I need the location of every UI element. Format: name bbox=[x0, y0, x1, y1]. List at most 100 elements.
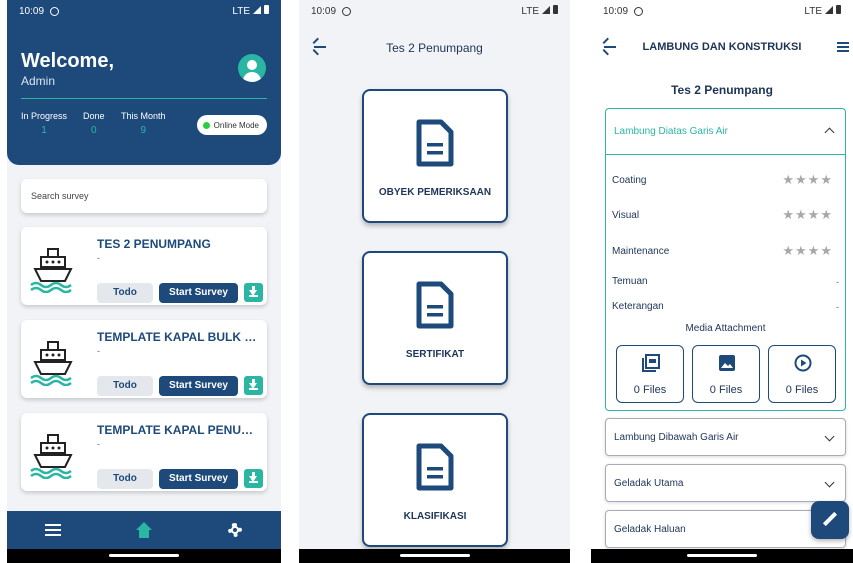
category-card-obyek[interactable]: OBYEK PEMERIKSAAN bbox=[362, 89, 508, 223]
star-rating[interactable]: ★★★★ bbox=[782, 243, 833, 259]
media-image-button[interactable]: 0 Files bbox=[692, 345, 760, 403]
category-label: KLASIFIKASI bbox=[403, 511, 467, 522]
start-survey-button[interactable]: Start Survey bbox=[159, 376, 238, 396]
note-label: Keterangan bbox=[612, 301, 664, 312]
category-card-klasifikasi[interactable]: KLASIFIKASI bbox=[362, 413, 508, 547]
battery-icon bbox=[553, 5, 558, 14]
online-dot-icon bbox=[202, 121, 210, 129]
online-mode-toggle[interactable]: Online Mode bbox=[196, 115, 267, 135]
survey-subtitle: - bbox=[97, 346, 100, 356]
survey-card[interactable]: TEMPLATE KAPAL BULK C... - Todo Start Su… bbox=[21, 320, 267, 398]
status-bar: 10:09 LTE bbox=[7, 0, 281, 22]
system-nav-bar bbox=[299, 549, 570, 563]
status-time: 10:09 bbox=[19, 5, 45, 17]
dashboard-header: 10:09 LTE Welcome, Admin In Progress 1 Do… bbox=[7, 0, 281, 165]
home-gesture-pill[interactable] bbox=[399, 554, 470, 557]
download-icon[interactable] bbox=[244, 283, 263, 302]
image-icon bbox=[719, 355, 735, 371]
todo-badge: Todo bbox=[97, 469, 153, 489]
category-label: OBYEK PEMERIKSAAN bbox=[378, 187, 492, 198]
avatar-head bbox=[247, 60, 257, 70]
chevron-up-icon bbox=[824, 127, 835, 138]
sync-icon bbox=[50, 6, 60, 16]
media-attachment-title: Media Attachment bbox=[685, 323, 766, 334]
pencil-icon bbox=[822, 511, 838, 527]
inspection-screen: 10:09 LTE LAMBUNG DAN KONSTRUKSI Tes 2 P… bbox=[591, 0, 853, 563]
battery-icon bbox=[264, 5, 269, 14]
start-survey-button[interactable]: Start Survey bbox=[159, 469, 238, 489]
media-count: 0 Files bbox=[633, 384, 667, 396]
gear-icon[interactable] bbox=[225, 520, 245, 540]
media-count: 0 Files bbox=[785, 384, 819, 396]
status-bar: 10:09 LTE bbox=[591, 0, 853, 22]
rating-label: Coating bbox=[612, 175, 647, 186]
page-subtitle: Tes 2 Penumpang bbox=[671, 83, 773, 97]
star-rating[interactable]: ★★★★ bbox=[782, 172, 833, 188]
network-label: LTE bbox=[804, 6, 822, 17]
survey-title: TEMPLATE KAPAL BULK C... bbox=[97, 330, 262, 344]
todo-badge: Todo bbox=[97, 283, 153, 303]
stat-in-progress: In Progress 1 bbox=[21, 111, 67, 136]
chevron-down-icon bbox=[824, 431, 835, 442]
signal-icon bbox=[825, 6, 833, 14]
accordion-lambung-diatas: Lambung Diatas Garis Air Coating ★★★★ Vi… bbox=[605, 108, 846, 411]
note-value[interactable]: - bbox=[836, 277, 839, 287]
chevron-down-icon bbox=[824, 477, 835, 488]
network-label: LTE bbox=[521, 6, 539, 17]
play-icon bbox=[794, 354, 812, 372]
sync-icon bbox=[342, 6, 352, 16]
accordion-geladak-utama[interactable]: Geladak Utama bbox=[605, 464, 846, 502]
home-gesture-pill[interactable] bbox=[109, 554, 179, 557]
accordion-geladak-haluan[interactable]: Geladak Haluan bbox=[605, 510, 846, 548]
menu-icon[interactable] bbox=[837, 42, 849, 52]
survey-subtitle: - bbox=[97, 439, 100, 449]
search-placeholder: Search survey bbox=[31, 191, 89, 201]
stat-this-month: This Month 9 bbox=[121, 111, 166, 136]
survey-subtitle: - bbox=[97, 253, 100, 263]
page-title: LAMBUNG DAN KONSTRUKSI bbox=[642, 41, 802, 53]
survey-title: TEMPLATE KAPAL PENUMP... bbox=[97, 423, 262, 437]
survey-card[interactable]: TEMPLATE KAPAL PENUMP... - Todo Start Su… bbox=[21, 413, 267, 491]
status-time: 10:09 bbox=[603, 5, 629, 17]
download-icon[interactable] bbox=[244, 376, 263, 395]
network-label: LTE bbox=[232, 6, 250, 17]
online-mode-label: Online Mode bbox=[213, 120, 259, 130]
start-survey-button[interactable]: Start Survey bbox=[159, 283, 238, 303]
categories-screen: 10:09 LTE Tes 2 Penumpang OBYEK PEMERIKS… bbox=[299, 0, 570, 563]
document-icon bbox=[416, 443, 454, 491]
home-gesture-pill[interactable] bbox=[687, 554, 757, 557]
stat-label: Done bbox=[83, 111, 105, 121]
accordion-title: Geladak Haluan bbox=[614, 524, 686, 535]
download-icon[interactable] bbox=[244, 469, 263, 488]
document-icon bbox=[416, 281, 454, 329]
rating-label: Visual bbox=[612, 210, 640, 221]
avatar-body bbox=[243, 72, 261, 82]
status-time: 10:09 bbox=[311, 5, 337, 17]
accordion-header[interactable]: Lambung Diatas Garis Air bbox=[606, 109, 845, 155]
category-card-sertifikat[interactable]: SERTIFIKAT bbox=[362, 251, 508, 385]
signal-icon bbox=[542, 6, 550, 14]
signal-icon bbox=[253, 6, 261, 14]
accordion-lambung-dibawah[interactable]: Lambung Dibawah Garis Air bbox=[605, 418, 846, 456]
survey-card[interactable]: TES 2 PENUMPANG - Todo Start Survey bbox=[21, 227, 267, 305]
star-rating[interactable]: ★★★★ bbox=[782, 207, 833, 223]
system-nav-bar bbox=[7, 549, 281, 563]
media-video-button[interactable]: 0 Files bbox=[768, 345, 836, 403]
media-pdf-button[interactable]: 0 Files bbox=[616, 345, 684, 403]
stat-value: 9 bbox=[140, 125, 147, 136]
edit-fab-button[interactable] bbox=[811, 501, 849, 539]
accordion-title: Lambung Dibawah Garis Air bbox=[614, 432, 739, 443]
list-icon[interactable] bbox=[43, 520, 63, 540]
category-label: SERTIFIKAT bbox=[405, 349, 465, 360]
page-title: Tes 2 Penumpang bbox=[386, 41, 483, 55]
avatar[interactable] bbox=[238, 54, 266, 82]
search-input[interactable]: Search survey bbox=[21, 179, 267, 213]
user-name: Admin bbox=[21, 74, 56, 88]
system-nav-bar bbox=[591, 549, 853, 563]
note-value[interactable]: - bbox=[836, 302, 839, 312]
stat-value: 1 bbox=[41, 125, 47, 136]
media-count: 0 Files bbox=[709, 384, 743, 396]
rating-label: Maintenance bbox=[612, 246, 670, 257]
survey-title: TES 2 PENUMPANG bbox=[97, 237, 211, 251]
home-icon[interactable] bbox=[134, 520, 154, 540]
